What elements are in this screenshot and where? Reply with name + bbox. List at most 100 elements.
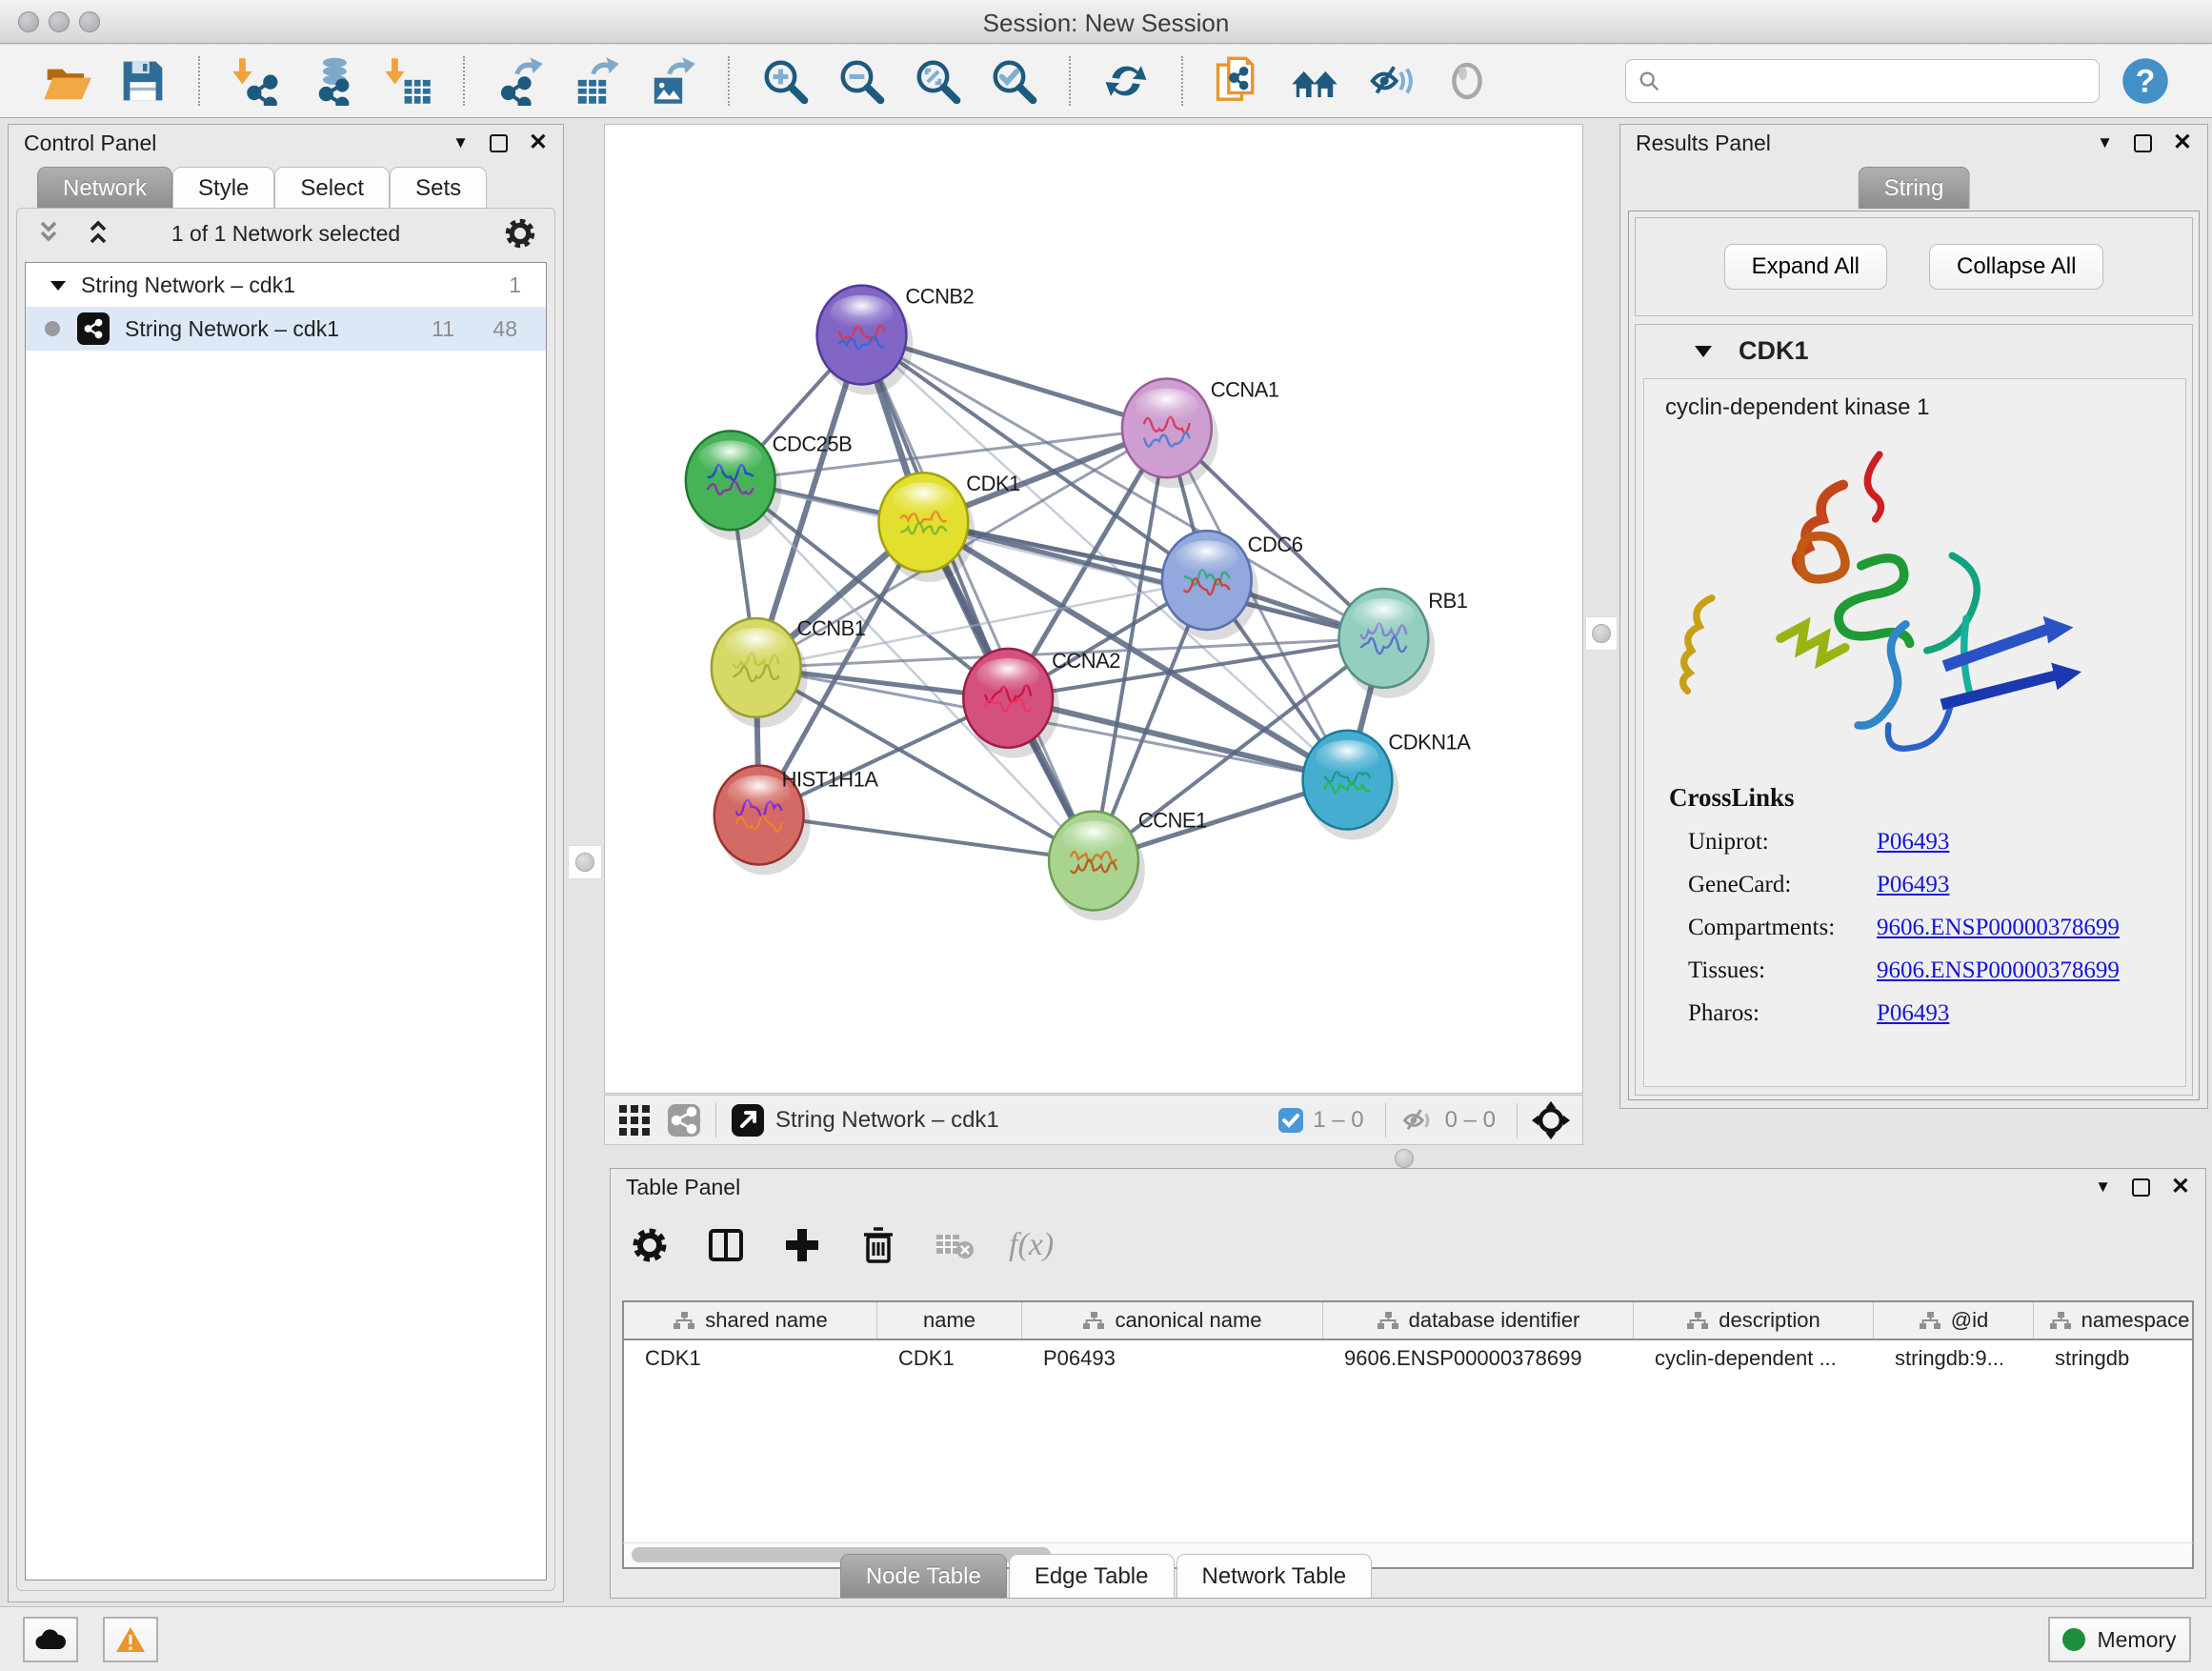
network-row-selected[interactable]: String Network – cdk1 11 48 xyxy=(26,307,546,351)
zoom-selected-icon[interactable] xyxy=(989,56,1038,106)
save-session-icon[interactable] xyxy=(118,56,168,106)
crosslink-row: Pharos: P06493 xyxy=(1669,1000,2120,1027)
network-node[interactable]: RB1 xyxy=(1338,589,1467,698)
column-header-canonical-name[interactable]: canonical name xyxy=(1022,1302,1323,1339)
search-input[interactable] xyxy=(1670,68,2087,94)
export-image-icon[interactable] xyxy=(648,56,697,106)
search-box xyxy=(1625,59,2100,103)
network-node[interactable]: CCNB1 xyxy=(712,616,866,728)
network-status-dot xyxy=(45,321,60,336)
left-splitter-grip[interactable] xyxy=(568,845,602,879)
zoom-in-icon[interactable] xyxy=(760,56,810,106)
share-document-icon[interactable] xyxy=(1214,56,1263,106)
zoom-out-icon[interactable] xyxy=(836,56,886,106)
protein-name: CDK1 xyxy=(1739,336,1809,366)
crosslinks-section: CrossLinks Uniprot: P06493 GeneCard: P06… xyxy=(1669,783,2120,1027)
table-cell[interactable]: stringdb xyxy=(2034,1340,2194,1377)
delete-column-icon[interactable] xyxy=(856,1223,900,1267)
import-database-icon[interactable] xyxy=(307,56,356,106)
column-header-database-identifier[interactable]: database identifier xyxy=(1323,1302,1634,1339)
export-network-icon[interactable] xyxy=(495,56,545,106)
results-panel-close-icon[interactable]: ✕ xyxy=(2173,131,2192,154)
table-cell[interactable]: CDK1 xyxy=(624,1340,877,1377)
network-node-label: CCNA2 xyxy=(1052,649,1120,673)
tab-style[interactable]: Style xyxy=(172,167,274,209)
network-node[interactable]: CCNB2 xyxy=(817,285,975,395)
network-node[interactable]: CDKN1A xyxy=(1303,731,1472,840)
expand-all-button[interactable]: Expand All xyxy=(1724,244,1887,290)
network-node[interactable]: CDC6 xyxy=(1162,531,1303,640)
selected-checkbox-icon[interactable] xyxy=(1277,1106,1305,1135)
uniprot-link[interactable]: P06493 xyxy=(1877,829,1949,855)
zoom-fit-icon[interactable] xyxy=(913,56,962,106)
collapse-caret-icon[interactable] xyxy=(49,277,68,292)
memory-button[interactable]: Memory xyxy=(2048,1617,2191,1662)
help-icon[interactable]: ? xyxy=(2121,56,2170,106)
string-view-icon[interactable] xyxy=(666,1102,702,1138)
table-panel-close-icon[interactable]: ✕ xyxy=(2171,1176,2190,1198)
hidden-eye-icon[interactable] xyxy=(1399,1104,1438,1137)
column-header-description[interactable]: description xyxy=(1634,1302,1874,1339)
column-header-namespace[interactable]: namespace xyxy=(2034,1302,2194,1339)
column-namespace-icon xyxy=(1686,1311,1709,1331)
table-panel-float-icon[interactable] xyxy=(2132,1178,2150,1197)
table-row[interactable]: CDK1CDK1P064939606.ENSP00000378699cyclin… xyxy=(624,1340,2192,1377)
import-table-icon[interactable] xyxy=(383,56,432,106)
show-columns-icon[interactable] xyxy=(704,1223,748,1267)
table-options-gear-icon[interactable] xyxy=(628,1223,672,1267)
table-cell[interactable]: stringdb:9... xyxy=(1874,1340,2034,1377)
genecard-link[interactable]: P06493 xyxy=(1877,872,1949,897)
refresh-icon[interactable] xyxy=(1101,56,1151,106)
import-network-icon[interactable] xyxy=(231,56,280,106)
network-collection-row[interactable]: String Network – cdk1 1 xyxy=(26,263,546,307)
fit-selected-crosshair-icon[interactable] xyxy=(1531,1100,1571,1140)
network-node[interactable]: CCNA2 xyxy=(963,649,1120,758)
right-splitter-grip[interactable] xyxy=(1585,616,1618,651)
table-cell[interactable]: cyclin-dependent ... xyxy=(1634,1340,1874,1377)
table-panel-title: Table Panel xyxy=(626,1175,740,1200)
network-view-canvas[interactable]: CCNB2CCNA1CDC25BCDK1CDC6RB1CCNB1CCNA2CDK… xyxy=(604,124,1583,1094)
column-header-name[interactable]: name xyxy=(877,1302,1022,1339)
control-panel-menu-icon[interactable]: ▼ xyxy=(452,133,469,152)
tab-network-table[interactable]: Network Table xyxy=(1176,1554,1373,1598)
show-hidden-icon[interactable] xyxy=(1442,56,1492,106)
tab-node-table[interactable]: Node Table xyxy=(840,1554,1007,1598)
create-column-icon[interactable] xyxy=(780,1223,824,1267)
tab-sets[interactable]: Sets xyxy=(390,167,487,209)
tab-network[interactable]: Network xyxy=(37,167,172,209)
cloud-status-button[interactable] xyxy=(23,1617,78,1662)
search-icon xyxy=(1638,69,1660,93)
table-panel-menu-icon[interactable]: ▼ xyxy=(2095,1178,2111,1197)
results-panel-float-icon[interactable] xyxy=(2134,134,2152,152)
export-table-icon[interactable] xyxy=(572,56,621,106)
results-panel-menu-icon[interactable]: ▼ xyxy=(2097,133,2113,152)
table-cell[interactable]: P06493 xyxy=(1022,1340,1323,1377)
bottom-splitter-grip[interactable] xyxy=(1395,1149,1414,1168)
open-session-icon[interactable] xyxy=(42,56,91,106)
column-header-shared-name[interactable]: shared name xyxy=(624,1302,877,1339)
network-edge[interactable] xyxy=(861,335,1094,861)
table-cell[interactable]: CDK1 xyxy=(877,1340,1022,1377)
tissues-link[interactable]: 9606.ENSP00000378699 xyxy=(1877,957,2120,983)
grid-view-icon[interactable] xyxy=(616,1102,653,1138)
tab-select[interactable]: Select xyxy=(274,167,390,209)
control-panel-float-icon[interactable] xyxy=(490,134,508,152)
hide-selected-icon[interactable] xyxy=(1366,56,1416,106)
network-node[interactable]: CCNA1 xyxy=(1122,377,1279,488)
collapse-all-button[interactable]: Collapse All xyxy=(1929,244,2103,290)
home-icon[interactable] xyxy=(1290,56,1339,106)
table-cell[interactable]: 9606.ENSP00000378699 xyxy=(1323,1340,1634,1377)
protein-collapse-caret-icon[interactable] xyxy=(1693,342,1714,359)
birdseye-view-icon[interactable] xyxy=(730,1102,766,1138)
tab-string[interactable]: String xyxy=(1859,167,1970,209)
network-node[interactable]: CDC25B xyxy=(686,431,852,540)
network-node[interactable]: HIST1H1A xyxy=(714,766,879,876)
pharos-link[interactable]: P06493 xyxy=(1877,1000,1949,1026)
control-panel-close-icon[interactable]: ✕ xyxy=(529,131,548,154)
table-header-row: shared namenamecanonical namedatabase id… xyxy=(624,1302,2192,1340)
warning-button[interactable] xyxy=(103,1617,158,1662)
compartments-link[interactable]: 9606.ENSP00000378699 xyxy=(1877,915,2120,940)
tab-edge-table[interactable]: Edge Table xyxy=(1009,1554,1175,1598)
column-header--id[interactable]: @id xyxy=(1874,1302,2034,1339)
network-node[interactable]: CCNE1 xyxy=(1049,809,1207,921)
